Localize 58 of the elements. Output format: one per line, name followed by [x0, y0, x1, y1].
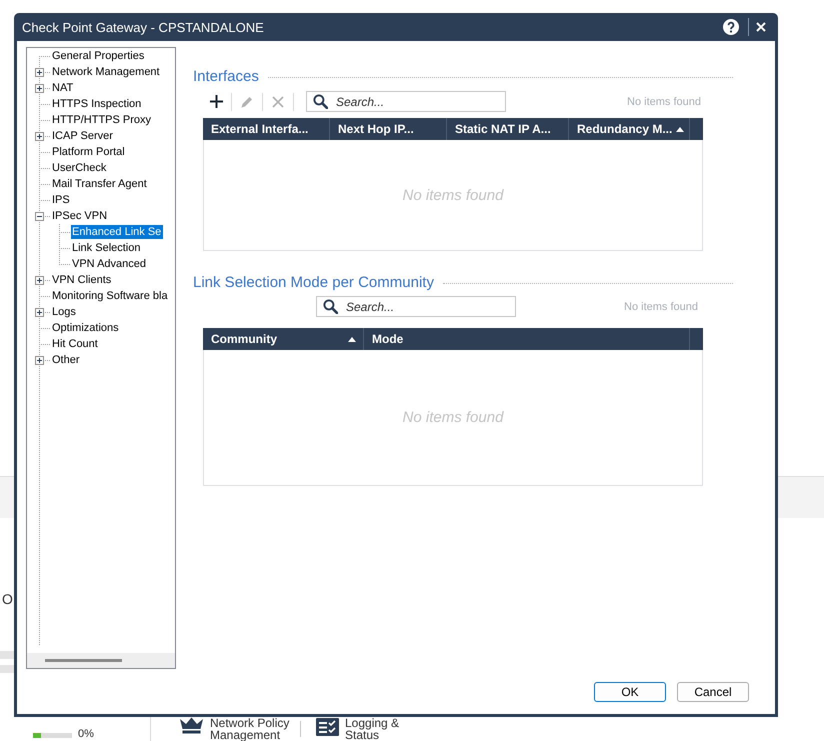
- progress-reading: 0%: [78, 729, 94, 740]
- tree-item[interactable]: IPSec VPN: [51, 209, 110, 223]
- search-field[interactable]: Search...: [306, 91, 506, 112]
- item-count: No items found: [627, 96, 701, 108]
- tree-item[interactable]: VPN Clients: [51, 273, 114, 287]
- window-title: Check Point Gateway - CPSTANDALONE: [22, 20, 264, 34]
- tree-item[interactable]: Enhanced Link Se: [71, 225, 164, 239]
- column-header[interactable]: External Interfa...: [203, 118, 330, 140]
- tree-item[interactable]: IPS: [51, 193, 72, 207]
- tree-item[interactable]: VPN Advanced: [71, 257, 148, 271]
- search-field[interactable]: Search...: [316, 296, 516, 317]
- horizontal-scrollbar[interactable]: [27, 653, 175, 668]
- ok-button[interactable]: OK: [594, 682, 666, 702]
- expand-icon[interactable]: [35, 356, 44, 364]
- tree-item[interactable]: Link Selection: [71, 241, 142, 255]
- expand-icon[interactable]: [35, 276, 44, 284]
- tree-item[interactable]: HTTP/HTTPS Proxy: [51, 113, 154, 127]
- tree-item[interactable]: HTTPS Inspection: [51, 97, 144, 111]
- expand-icon[interactable]: [35, 68, 44, 76]
- collapse-icon[interactable]: [35, 212, 44, 220]
- tree-item[interactable]: Platform Portal: [51, 145, 127, 159]
- tree-item[interactable]: NAT: [51, 81, 76, 95]
- scrollbar-thumb[interactable]: [45, 659, 122, 662]
- column-header[interactable]: Static NAT IP A...: [447, 118, 569, 140]
- plus-icon: [210, 95, 222, 108]
- tree-item[interactable]: Mail Transfer Agent: [51, 177, 149, 191]
- section-title: Interfaces: [193, 68, 259, 84]
- expand-icon[interactable]: [35, 132, 44, 140]
- search-icon: [323, 299, 338, 314]
- tree-item[interactable]: General Properties: [51, 49, 146, 63]
- tree-item[interactable]: Other: [51, 353, 82, 367]
- tree-item[interactable]: ICAP Server: [51, 129, 115, 143]
- row-background: [0, 665, 14, 673]
- column-header[interactable]: Mode: [364, 328, 690, 350]
- help-icon[interactable]: [723, 19, 739, 35]
- tree-item[interactable]: Monitoring Software bla: [51, 289, 170, 303]
- cancel-button[interactable]: Cancel: [677, 682, 749, 702]
- empty-message: No items found: [402, 409, 504, 426]
- column-header[interactable]: Next Hop IP...: [330, 118, 447, 140]
- expand-icon[interactable]: [35, 84, 44, 92]
- row-background: [0, 651, 14, 659]
- search-icon: [313, 94, 328, 109]
- close-icon[interactable]: [756, 22, 766, 32]
- empty-message: No items found: [402, 186, 504, 204]
- item-count: No items found: [624, 300, 698, 312]
- column-header[interactable]: Redundancy M...: [569, 118, 690, 140]
- expand-icon[interactable]: [35, 308, 44, 316]
- tree-item[interactable]: UserCheck: [51, 161, 108, 175]
- section-title: Link Selection Mode per Community: [193, 274, 434, 290]
- nav-button[interactable]: Logging & Status: [316, 717, 407, 741]
- cross-icon: [272, 96, 284, 108]
- column-header[interactable]: Community: [203, 328, 364, 350]
- tree-item[interactable]: Hit Count: [51, 337, 100, 351]
- panel-text: O: [2, 591, 13, 607]
- tree-item[interactable]: Network Management: [51, 65, 162, 79]
- tree-item[interactable]: Logs: [51, 305, 78, 319]
- tree-item[interactable]: Optimizations: [51, 321, 121, 335]
- pencil-icon: [241, 96, 253, 108]
